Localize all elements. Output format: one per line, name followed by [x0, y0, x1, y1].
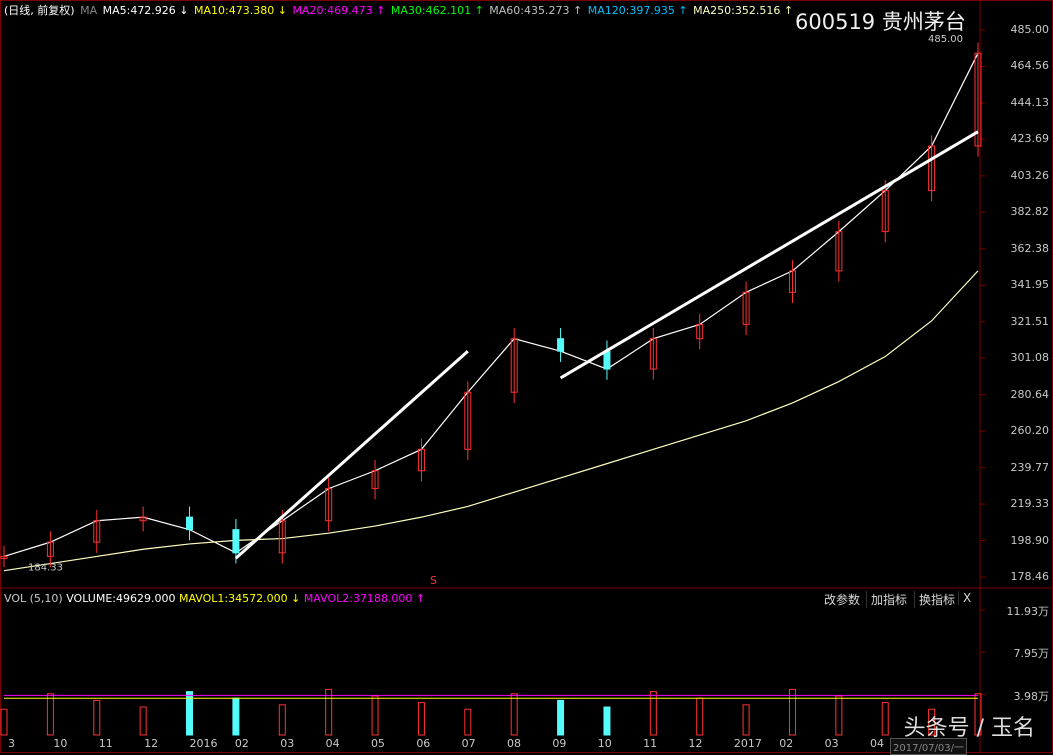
- time-tick-label: 02: [779, 737, 794, 750]
- signal-marker: S: [430, 574, 437, 587]
- volume-bar: [603, 706, 611, 736]
- volume-bar: [371, 695, 379, 736]
- time-tick-label: 05: [370, 737, 385, 750]
- mavol1-value: MAVOL1:34572.000: [178, 592, 288, 605]
- mavol2-value: MAVOL2:37188.000: [303, 592, 413, 605]
- price-tick-label: 239.77: [1010, 460, 1050, 474]
- low-price-label: 184.33: [28, 563, 63, 574]
- ma-value-label: MA120:397.935 ↑: [587, 4, 692, 17]
- stock-code: 600519: [795, 10, 876, 34]
- time-tick-label: 06: [416, 737, 431, 750]
- volume-bar: [139, 706, 147, 736]
- price-tick-label: 444.13: [1010, 95, 1050, 109]
- ma-value-label: MA30:462.101 ↑: [390, 4, 488, 17]
- price-tick-label: 260.20: [1010, 424, 1050, 438]
- mavol2-arrow: ↑: [415, 592, 426, 605]
- time-tick-label: 11: [643, 737, 658, 750]
- price-tick-label: 280.64: [1010, 387, 1050, 401]
- time-tick-label: 11: [98, 737, 113, 750]
- price-tick-label: 178.46: [1010, 570, 1050, 583]
- candle-body: [232, 529, 240, 554]
- price-tick-label: 341.95: [1010, 278, 1050, 292]
- time-tick-label: 07: [461, 737, 476, 750]
- time-tick-label: 02: [234, 737, 249, 750]
- ma-value-label: MA10:473.380 ↓: [194, 4, 291, 17]
- vol-params: (5,10): [29, 592, 63, 605]
- add-indicator-button[interactable]: 加指标: [866, 591, 911, 608]
- time-tick-label: 03: [280, 737, 295, 750]
- volume-bar: [464, 708, 472, 736]
- trendline: [234, 350, 469, 560]
- price-tick-label: 321.51: [1010, 314, 1050, 328]
- volume-bar: [46, 693, 54, 736]
- series-line-ma250: [3, 270, 979, 572]
- volume-bar: [0, 708, 8, 736]
- ma-value-label: MA5:472.926 ↓: [102, 4, 193, 17]
- mavol1-arrow: ↓: [291, 592, 301, 605]
- price-tick-label: 423.69: [1010, 132, 1050, 146]
- chart-border: [0, 0, 1053, 753]
- vol-label: VOL: [4, 592, 27, 605]
- volume-bar: [881, 702, 889, 736]
- time-tick-label: 12: [144, 737, 159, 750]
- stock-name: 贵州茅台: [881, 10, 966, 34]
- price-tick-label: 219.33: [1010, 497, 1050, 511]
- volume-tick-label: 7.95万: [1013, 647, 1050, 661]
- trendline: [559, 130, 979, 380]
- candle-body: [557, 338, 565, 352]
- series-line-ma5: [3, 52, 979, 557]
- volume-value: VOLUME:49629.000: [66, 592, 176, 605]
- time-tick-label: 04: [325, 737, 340, 750]
- volume-bar: [417, 702, 425, 736]
- stock-title: 600519 贵州茅台: [795, 6, 966, 36]
- watermark: 头条号 / 玉名: [903, 716, 1035, 741]
- time-tick-label: 2017: [733, 737, 762, 750]
- price-tick-label: 301.08: [1010, 351, 1050, 365]
- time-tick-label: 2016: [189, 737, 218, 750]
- volume-bar: [742, 704, 750, 736]
- ma-value-label: MA60:435.273 ↑: [489, 4, 586, 17]
- close-icon[interactable]: X: [958, 591, 975, 605]
- price-tick-label: 362.38: [1010, 241, 1050, 255]
- ma-value-label: MA20:469.473 ↑: [292, 4, 389, 17]
- chart-canvas[interactable]: 485.00 184.33 S: [0, 0, 1053, 753]
- time-tick-label: 10: [597, 737, 612, 750]
- ma-values: MA5:472.926 ↓ MA10:473.380 ↓ MA20:469.47…: [103, 4, 795, 17]
- price-tick-label: 403.26: [1010, 168, 1050, 182]
- candle-body: [603, 350, 611, 370]
- volume-bar: [557, 699, 565, 736]
- ma-prefix: MA: [80, 4, 98, 17]
- volume-bar: [325, 688, 333, 736]
- volume-bar: [696, 697, 704, 736]
- time-tick-label: 04: [870, 737, 884, 750]
- time-tick-label: 10: [53, 737, 68, 750]
- volume-header: VOL (5,10) VOLUME:49629.000 MAVOL1:34572…: [4, 592, 425, 605]
- volume-tick-label: 11.93万: [1006, 605, 1050, 618]
- price-tick-label: 382.82: [1010, 205, 1050, 219]
- chart-header: (日线, 前复权) MA MA5:472.926 ↓ MA10:473.380 …: [4, 2, 797, 18]
- period-label: (日线, 前复权): [4, 4, 75, 17]
- price-tick-label: 464.56: [1010, 59, 1050, 73]
- time-tick-label: 09: [552, 737, 567, 750]
- volume-bar: [835, 695, 843, 736]
- time-tick-label: 12: [688, 737, 703, 750]
- volume-bar: [93, 699, 101, 736]
- volume-bar: [278, 704, 286, 736]
- volume-tick-label: 3.98万: [1013, 689, 1050, 703]
- volume-bar: [788, 688, 796, 736]
- price-tick-label: 485.00: [1010, 23, 1050, 36]
- candle-body: [186, 516, 194, 531]
- time-tick-label: 3: [8, 737, 15, 750]
- volume-bar: [510, 693, 518, 736]
- time-tick-label: 08: [507, 737, 522, 750]
- change-params-button[interactable]: 改参数: [820, 591, 864, 608]
- price-tick-label: 198.90: [1010, 533, 1050, 547]
- time-tick-label: 03: [824, 737, 839, 750]
- volume-bar: [232, 697, 240, 736]
- stock-chart[interactable]: 485.00 184.33 S (日线, 前复权) MA MA5:472.926 ↓…: [0, 0, 1053, 755]
- switch-indicator-button[interactable]: 换指标: [914, 591, 959, 608]
- ma-value-label: MA250:352.516 ↑: [693, 4, 794, 17]
